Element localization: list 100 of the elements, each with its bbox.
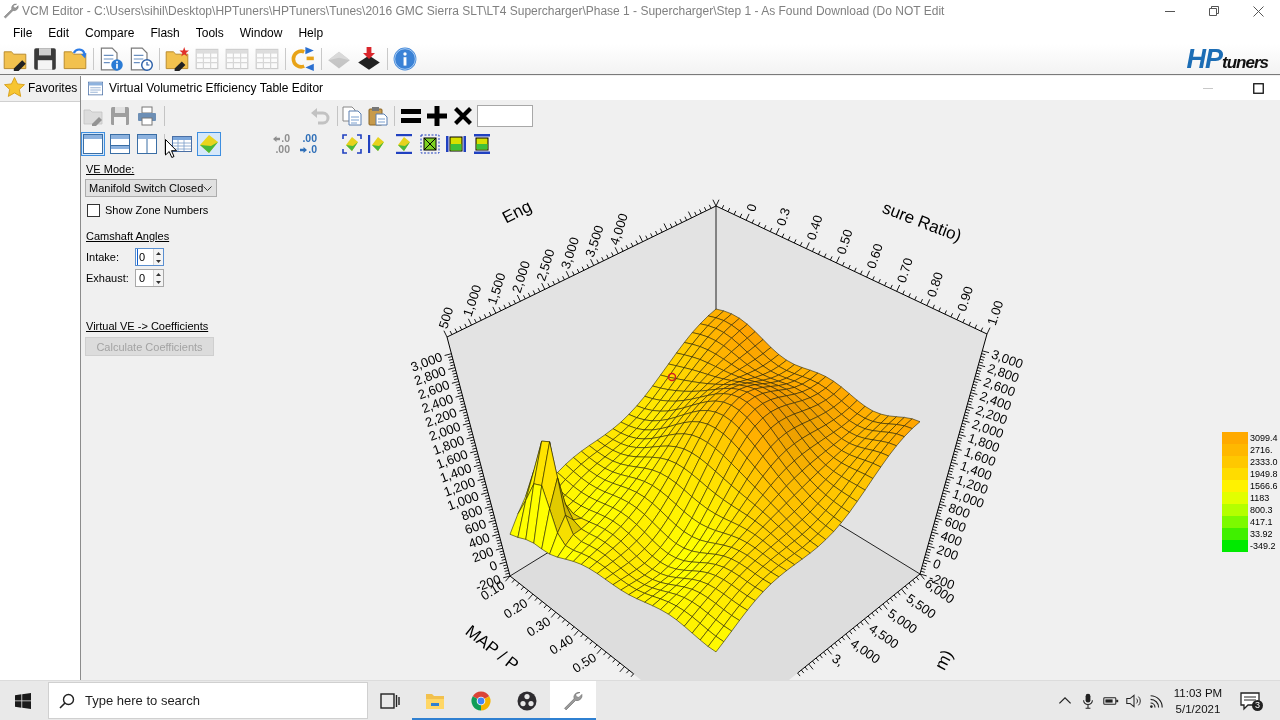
- minimize-icon: [1165, 10, 1175, 12]
- spin-up-button[interactable]: [154, 270, 163, 278]
- microphone-icon: [1080, 692, 1096, 709]
- document-clock-icon: [129, 47, 153, 71]
- triangle-down-icon: [156, 259, 161, 263]
- menu-item[interactable]: Edit: [40, 23, 78, 43]
- number-field[interactable]: 0: [135, 248, 164, 266]
- number-field[interactable]: 0: [135, 269, 164, 287]
- triangle-down-icon: [156, 280, 161, 284]
- brand-logo: HPtuners: [1186, 43, 1268, 75]
- close-icon: [1252, 5, 1264, 17]
- print-button[interactable]: [135, 104, 159, 128]
- axis-tick-label: 2,500: [533, 247, 558, 283]
- info-button[interactable]: [391, 45, 419, 73]
- axis-tick-label: 0.50: [833, 227, 856, 257]
- axis-tick-label: 0: [487, 557, 500, 575]
- spin-down-button[interactable]: [154, 278, 163, 286]
- save-button[interactable]: [31, 45, 59, 73]
- speech-bubble-icon: [1240, 690, 1260, 711]
- axis-tick-label: 3,500: [582, 223, 607, 259]
- checkbox[interactable]: [87, 203, 100, 217]
- folder-icon: [83, 106, 103, 126]
- undo-icon: [310, 106, 330, 126]
- window-pane-icon: [83, 134, 103, 154]
- spin-up-button[interactable]: [154, 249, 163, 257]
- plus-icon: [427, 106, 447, 126]
- chevron-down-icon: [203, 185, 213, 191]
- menu-item[interactable]: Window: [231, 23, 291, 43]
- legend-label: 2716.: [1249, 444, 1273, 456]
- convert-arrows-icon: [291, 47, 315, 71]
- increase-decimals-button[interactable]: .00 .0: [293, 132, 317, 156]
- spin-down-button[interactable]: [154, 257, 163, 265]
- chip-arrow-icon: [357, 47, 381, 71]
- printer-icon: [137, 106, 157, 126]
- axis-title: Eng: [499, 196, 535, 228]
- legend-label: 2333.0: [1249, 456, 1278, 468]
- axis-tick-label: 3,000: [557, 235, 583, 271]
- mode-dropdown[interactable]: Manifold Switch Closed: [85, 179, 217, 197]
- split-columns-icon: [137, 134, 157, 154]
- section-label: Virtual VE -> Coefficients: [86, 320, 209, 333]
- triangle-up-icon: [156, 272, 161, 276]
- menu-item[interactable]: Flash: [142, 23, 188, 43]
- surface-frame-icon: [342, 134, 362, 154]
- four-squares-icon: [15, 692, 31, 709]
- axis-tick-label: 3,: [829, 650, 847, 670]
- section-label: Camshaft Angles: [86, 230, 170, 243]
- legend-label: 1949.8: [1249, 468, 1278, 480]
- editor-title: Virtual Volumetric Efficiency Table Editor: [109, 81, 324, 95]
- split-columns-button[interactable]: [135, 132, 159, 156]
- wifi-icon: [1149, 692, 1165, 709]
- arrow-right-icon: [300, 146, 308, 153]
- axis-tick-label: 1,500: [484, 270, 509, 307]
- table-grid-icon: [255, 47, 279, 71]
- axis-title: MAP / P: [461, 621, 523, 675]
- clock-button[interactable]: 11:03 PM 5/1/2021: [1169, 681, 1227, 720]
- menu-item[interactable]: File: [5, 23, 41, 43]
- axis-tick-label: 0.60: [863, 241, 886, 271]
- menu-item[interactable]: Compare: [77, 23, 143, 43]
- window-icon: [88, 80, 103, 96]
- axis-title: m): [930, 646, 958, 674]
- legend-label: 1183: [1249, 492, 1270, 504]
- convert-button[interactable]: [289, 45, 317, 73]
- axis-tick-label: 0.40: [803, 213, 826, 242]
- multiply-icon: [453, 106, 473, 126]
- axis-tick-label: 0: [930, 555, 943, 573]
- axis-tick-label: 0: [743, 202, 760, 214]
- triangle-up-icon: [156, 251, 161, 255]
- table-grid-icon: [195, 47, 219, 71]
- legend-label: 3099.4: [1249, 432, 1278, 444]
- add-value-button[interactable]: [425, 104, 449, 128]
- legend-label: 33.92: [1249, 528, 1273, 540]
- folder-arrow-icon: [63, 47, 87, 71]
- gradient-square-icon: [472, 134, 492, 154]
- single-pane-button[interactable]: [81, 132, 105, 156]
- split-rows-icon: [110, 134, 130, 154]
- wrench-icon: [3, 3, 19, 19]
- value-input[interactable]: [477, 105, 533, 127]
- box-view-button[interactable]: [418, 132, 442, 156]
- search-icon: [59, 693, 75, 709]
- menu-item[interactable]: Help: [290, 23, 332, 43]
- legend-label: -349.2: [1249, 540, 1276, 552]
- notifications-button[interactable]: 3: [1228, 681, 1272, 720]
- split-rows-button[interactable]: [108, 132, 132, 156]
- paste-button[interactable]: [366, 104, 390, 128]
- legend-label: 417.1: [1249, 516, 1273, 528]
- equals-icon: [401, 106, 421, 126]
- clipboard-icon: [368, 106, 388, 126]
- surface-icon: [199, 134, 219, 154]
- wrench-icon: [563, 690, 583, 711]
- axis-tick-label: 0.3: [773, 205, 794, 228]
- axis-tick-label: 500: [435, 305, 457, 331]
- folder-star-icon: [165, 47, 189, 71]
- copy-icon: [342, 106, 362, 126]
- fit-view-button[interactable]: [340, 132, 364, 156]
- legend-label: 1566.6: [1249, 480, 1278, 492]
- search-field[interactable]: Type here to search: [48, 682, 368, 719]
- restore-icon: [1209, 6, 1219, 16]
- menu-item[interactable]: Tools: [187, 23, 232, 43]
- open-chip-button[interactable]: [163, 45, 191, 73]
- axis-tick-label: 2,000: [508, 259, 534, 295]
